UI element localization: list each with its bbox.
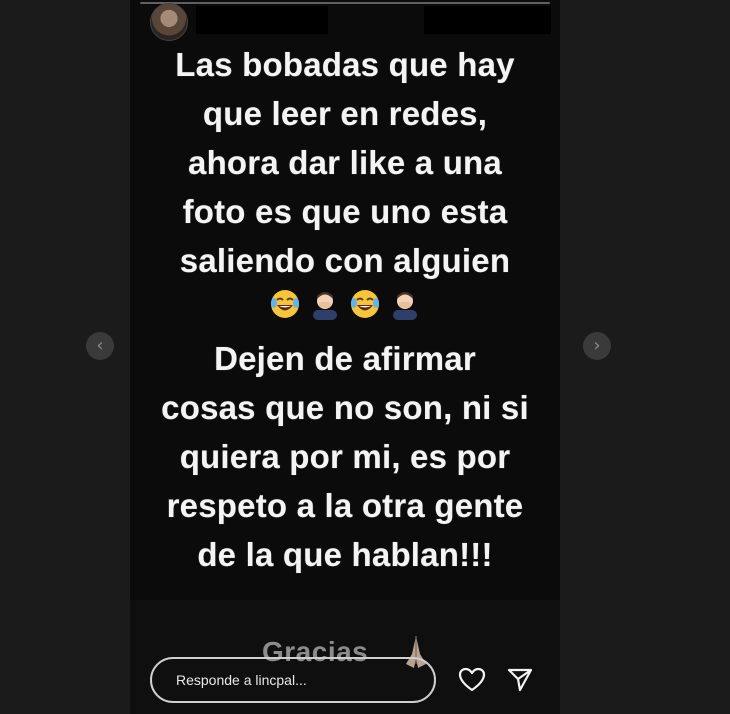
message-line: Dejen de afirmar xyxy=(214,340,476,377)
story-message-bottom: Dejen de afirmar cosas que no son, ni si… xyxy=(140,334,550,579)
heart-icon xyxy=(458,667,486,692)
message-line: quiera por mi, es por xyxy=(179,438,511,475)
message-line: foto es que uno esta xyxy=(182,193,508,230)
redacted-username xyxy=(196,6,328,34)
story-progress-bar xyxy=(140,2,550,4)
story-frame[interactable]: Las bobadas que hay que leer en redes, a… xyxy=(130,0,560,714)
message-line: respeto a la otra gente xyxy=(166,487,524,524)
message-line: de la que hablan!!! xyxy=(197,536,493,573)
send-button[interactable] xyxy=(504,664,536,696)
tears-of-joy-emoji xyxy=(348,287,382,321)
reply-input[interactable]: Responde a lincpal... xyxy=(150,657,436,703)
story-viewer: ‹ › Las bobadas que hay que leer en rede… xyxy=(0,0,730,714)
message-line: saliendo con alguien xyxy=(179,242,511,279)
tears-of-joy-emoji xyxy=(268,287,302,321)
redacted-header-info xyxy=(424,6,551,34)
next-story-button[interactable]: › xyxy=(583,332,611,360)
paper-plane-icon xyxy=(507,668,533,692)
avatar[interactable] xyxy=(150,3,188,41)
message-line: ahora dar like a una xyxy=(188,144,502,181)
emoji-row xyxy=(130,287,560,321)
man-facepalming-emoji xyxy=(308,287,342,321)
chevron-left-icon: ‹ xyxy=(96,335,104,356)
message-line: Las bobadas que hay xyxy=(175,46,515,83)
chevron-right-icon: › xyxy=(593,335,601,356)
like-button[interactable] xyxy=(456,664,488,696)
man-facepalming-emoji xyxy=(388,287,422,321)
message-line: que leer en redes, xyxy=(202,95,488,132)
previous-story-button[interactable]: ‹ xyxy=(86,332,114,360)
story-message-top: Las bobadas que hay que leer en redes, a… xyxy=(140,40,550,285)
message-line: cosas que no son, ni si xyxy=(161,389,529,426)
